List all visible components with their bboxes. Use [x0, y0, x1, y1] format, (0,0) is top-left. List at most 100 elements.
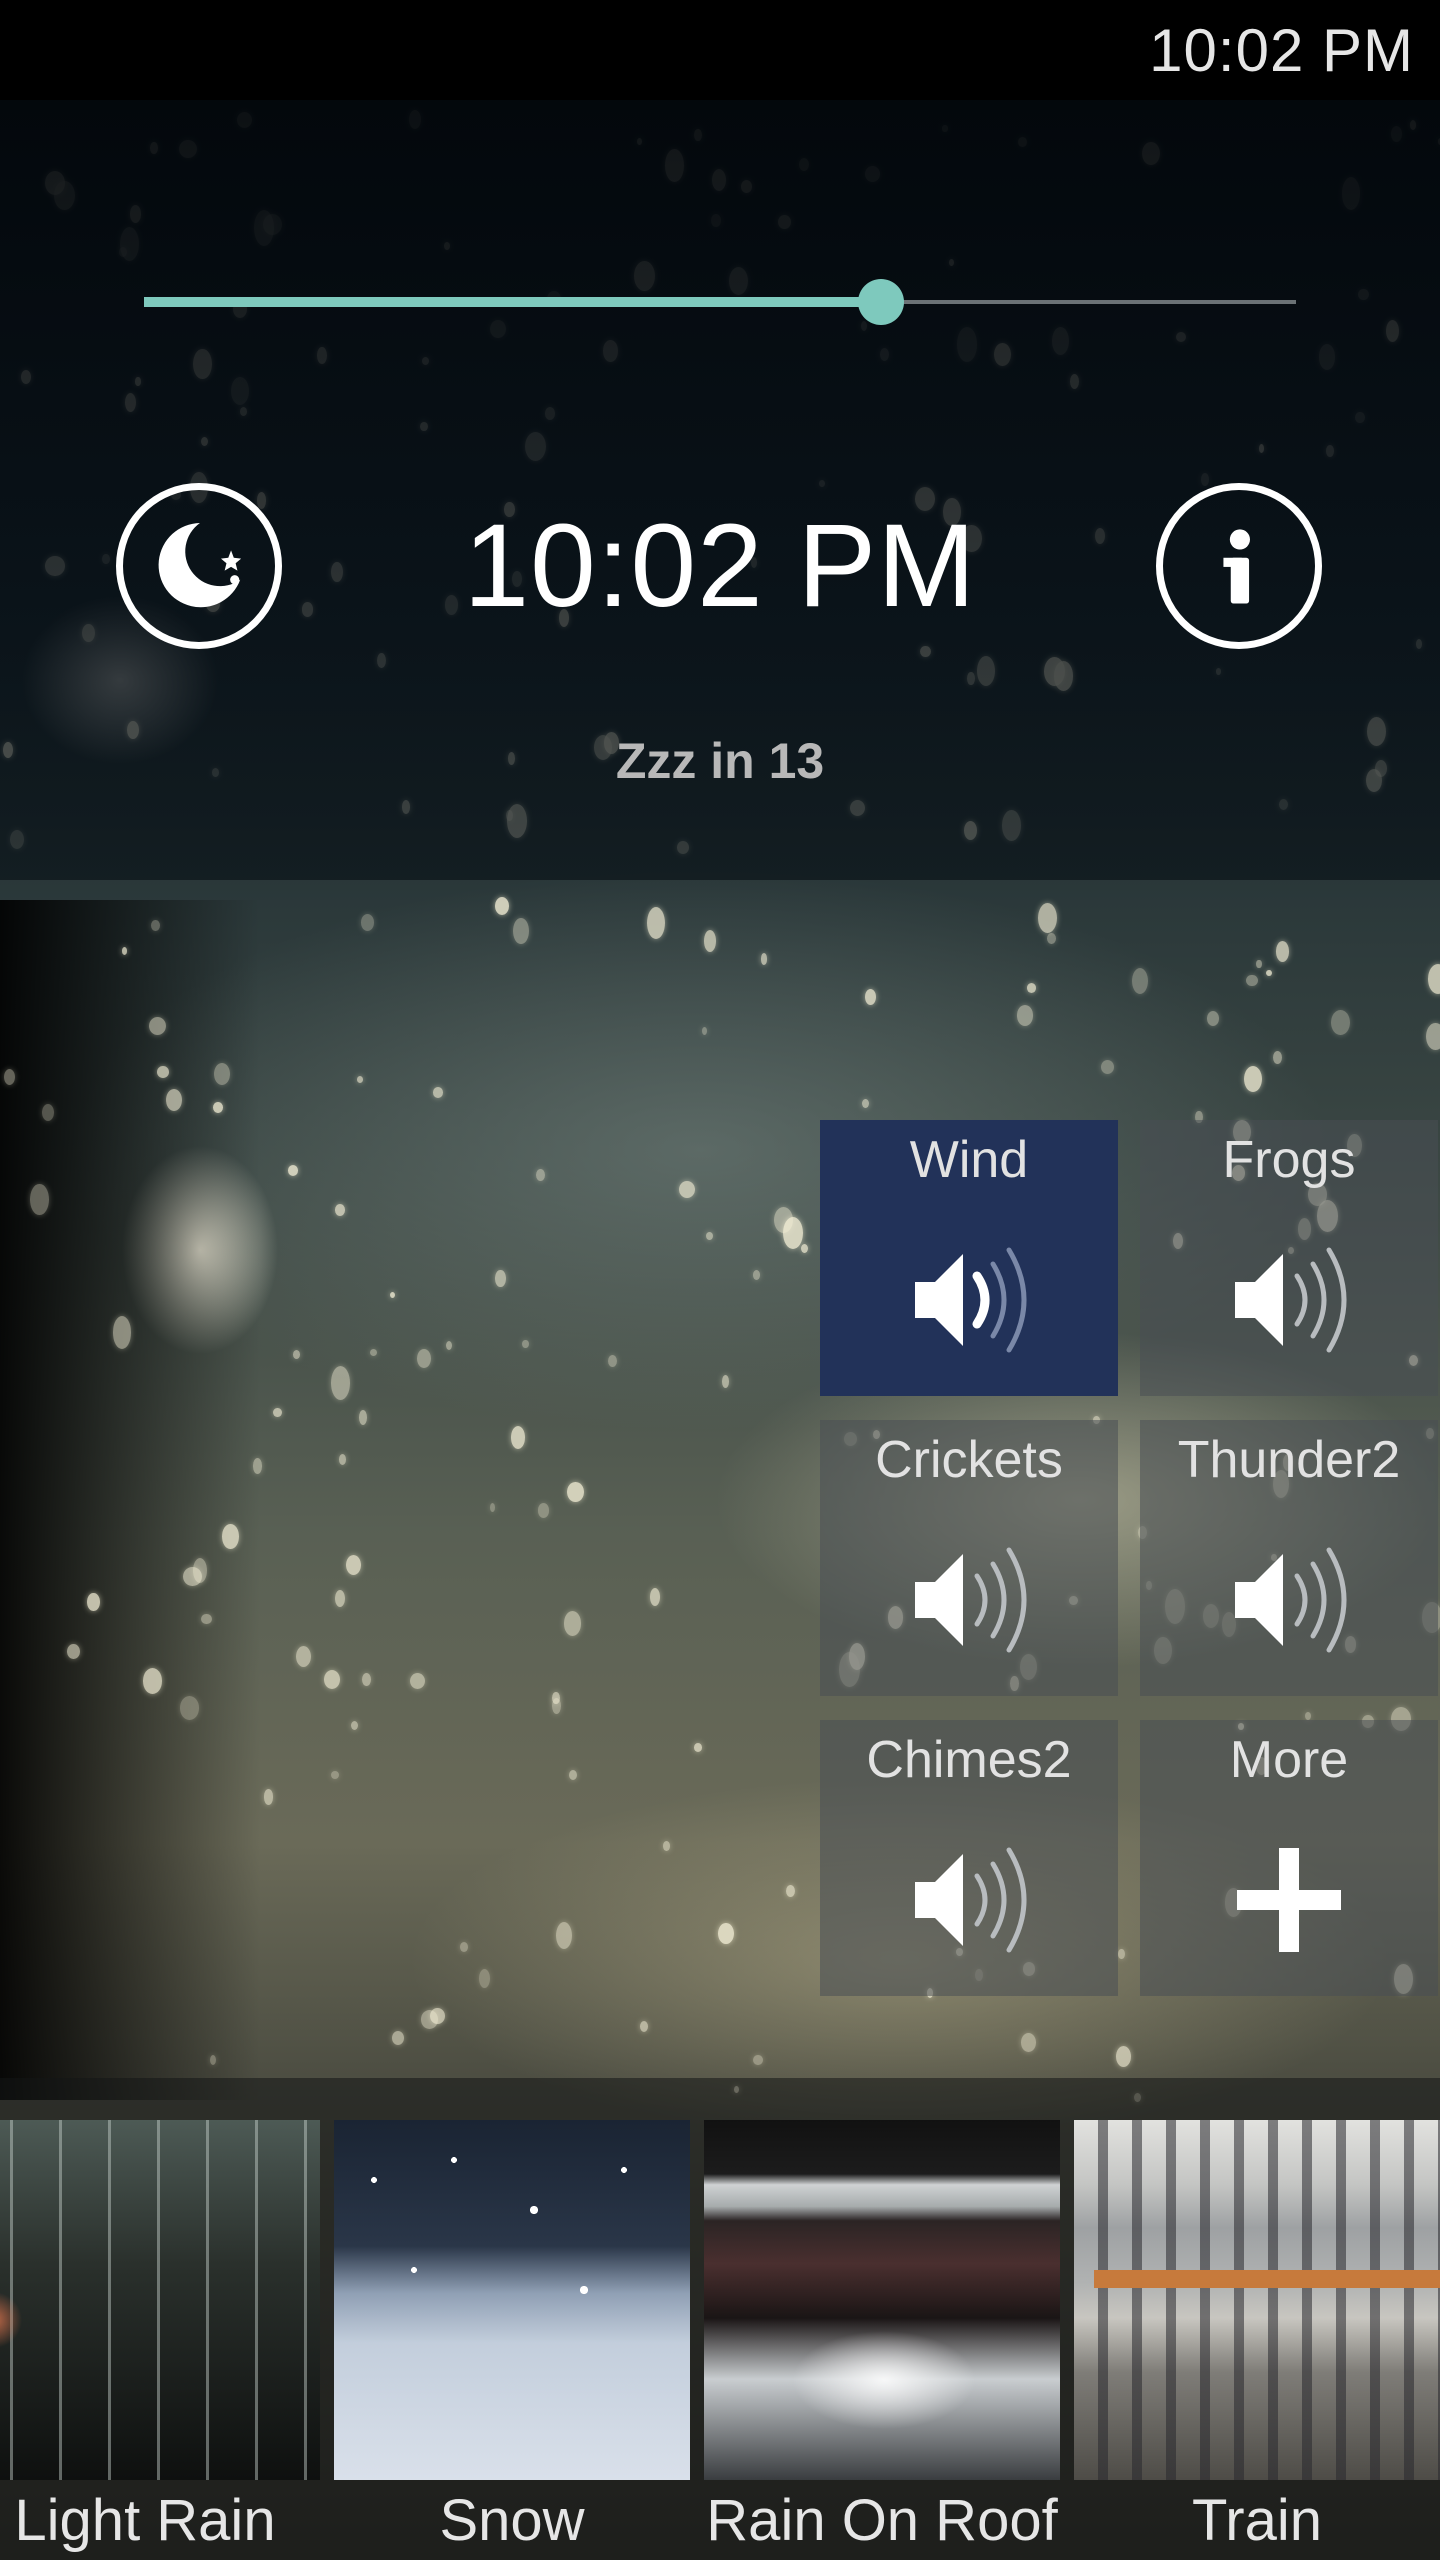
rain-drop — [650, 1587, 661, 1606]
rain-drop — [663, 1841, 670, 1851]
speaker-icon — [889, 1220, 1049, 1380]
rain-drop — [351, 1720, 359, 1730]
rain-drop — [201, 1613, 212, 1625]
scene-label-light-rain[interactable]: Light Rain — [0, 2482, 290, 2560]
scene-thumbnail-light-rain[interactable] — [0, 2120, 320, 2480]
rain-drop — [494, 896, 509, 915]
rain-drop — [214, 1063, 230, 1086]
rain-drop — [272, 1407, 282, 1418]
rain-drop — [1038, 903, 1058, 934]
rain-drop — [1427, 964, 1440, 994]
rain-drop — [331, 1365, 351, 1400]
sound-tile-thunder2[interactable]: Thunder2 — [1140, 1420, 1438, 1696]
rain-drop — [1026, 983, 1036, 993]
rain-drop — [785, 1885, 795, 1898]
speaker-icon — [1209, 1520, 1369, 1680]
rain-drop — [334, 1204, 346, 1216]
rain-drop — [1047, 932, 1056, 944]
rain-drop — [1426, 1022, 1440, 1051]
sound-tile-chimes2[interactable]: Chimes2 — [820, 1720, 1118, 1996]
rain-drop — [694, 1742, 703, 1752]
rain-drop — [252, 1458, 263, 1474]
rain-drop — [556, 1921, 573, 1950]
status-bar-time: 10:02 PM — [1149, 17, 1414, 84]
rain-drop — [801, 1244, 809, 1254]
sound-tile-label: Chimes2 — [866, 1731, 1072, 1789]
rain-drop — [148, 1016, 166, 1035]
rain-drop — [495, 1269, 506, 1288]
more-sounds-button[interactable]: More — [1140, 1720, 1438, 1996]
rain-drop — [391, 2031, 404, 2045]
rain-drop — [180, 1696, 200, 1720]
rain-drop — [433, 1087, 443, 1098]
rain-drop — [607, 1354, 617, 1368]
sound-tile-label: Crickets — [875, 1431, 1063, 1489]
speaker-icon — [1209, 1220, 1369, 1380]
rain-drop — [753, 2054, 763, 2066]
rain-drop — [489, 1502, 496, 1512]
rain-drop — [536, 1168, 546, 1182]
rain-drop — [678, 1181, 695, 1199]
rain-drop — [861, 1099, 869, 1109]
rain-drop — [513, 917, 529, 944]
rain-drop — [121, 947, 127, 955]
rain-drop — [647, 906, 666, 940]
scene-thumbnail-train[interactable] — [1074, 2120, 1440, 2480]
rain-drop — [66, 1643, 80, 1660]
sound-tile-frogs[interactable]: Frogs — [1140, 1120, 1438, 1396]
rain-drop — [563, 1611, 582, 1636]
rain-drop — [864, 989, 876, 1005]
sound-tile-label: Thunder2 — [1177, 1431, 1401, 1489]
rain-drop — [1331, 1009, 1351, 1036]
rain-drop — [361, 1672, 371, 1687]
scene-label-snow[interactable]: Snow — [334, 2482, 690, 2560]
rain-drop — [288, 1165, 299, 1176]
rain-drop — [460, 1941, 469, 1952]
sleep-countdown: Zzz in 13 — [615, 733, 825, 789]
rain-drop — [1132, 967, 1149, 994]
rain-drop — [142, 1668, 163, 1695]
sound-tile-wind[interactable]: Wind — [820, 1120, 1118, 1396]
volume-slider[interactable] — [144, 272, 1296, 332]
volume-slider-fill — [144, 297, 882, 307]
rain-drop — [478, 1968, 490, 1989]
rain-drop — [420, 2010, 438, 2029]
rain-drop — [166, 1089, 182, 1112]
rain-drop — [552, 1698, 562, 1715]
scene-thumbnail-rain-on-roof[interactable] — [704, 2120, 1060, 2480]
rain-drop — [782, 1217, 803, 1249]
rain-drop — [345, 1554, 361, 1575]
rain-drop — [1246, 975, 1258, 987]
rain-drop — [703, 929, 717, 952]
rain-drop — [157, 1066, 169, 1078]
rain-drop — [222, 1524, 239, 1549]
rain-drop — [1207, 1011, 1220, 1027]
rain-drop — [330, 1771, 339, 1780]
rain-drop — [323, 1670, 340, 1689]
info-icon — [1223, 529, 1250, 604]
rain-drop — [417, 1348, 431, 1368]
rain-drop — [1115, 2046, 1131, 2067]
rain-drop — [1265, 969, 1272, 977]
train-stripe — [1094, 2270, 1440, 2288]
speaker-icon — [889, 1520, 1049, 1680]
speaker-icon — [889, 1820, 1049, 1980]
rain-drop — [446, 1341, 453, 1351]
scene-label-rain-on-roof[interactable]: Rain On Roof — [704, 2482, 1060, 2560]
rain-drop — [566, 1481, 584, 1503]
scene-label-train[interactable]: Train — [1074, 2482, 1440, 2560]
sound-tile-label: More — [1229, 1731, 1349, 1789]
volume-slider-thumb[interactable] — [858, 279, 905, 325]
rain-drop — [701, 1027, 707, 1035]
sound-tile-crickets[interactable]: Crickets — [820, 1420, 1118, 1696]
rain-drop — [537, 1502, 550, 1518]
rain-drop — [718, 1922, 735, 1945]
sound-tile-label: Frogs — [1222, 1131, 1356, 1189]
rain-drop — [569, 1770, 578, 1781]
rain-drop — [639, 2021, 648, 2033]
info-button[interactable] — [1156, 483, 1322, 649]
rain-drop — [335, 1589, 346, 1607]
rain-drop — [409, 1672, 426, 1689]
rain-drop — [209, 2054, 217, 2066]
scene-thumbnail-snow[interactable] — [334, 2120, 690, 2480]
